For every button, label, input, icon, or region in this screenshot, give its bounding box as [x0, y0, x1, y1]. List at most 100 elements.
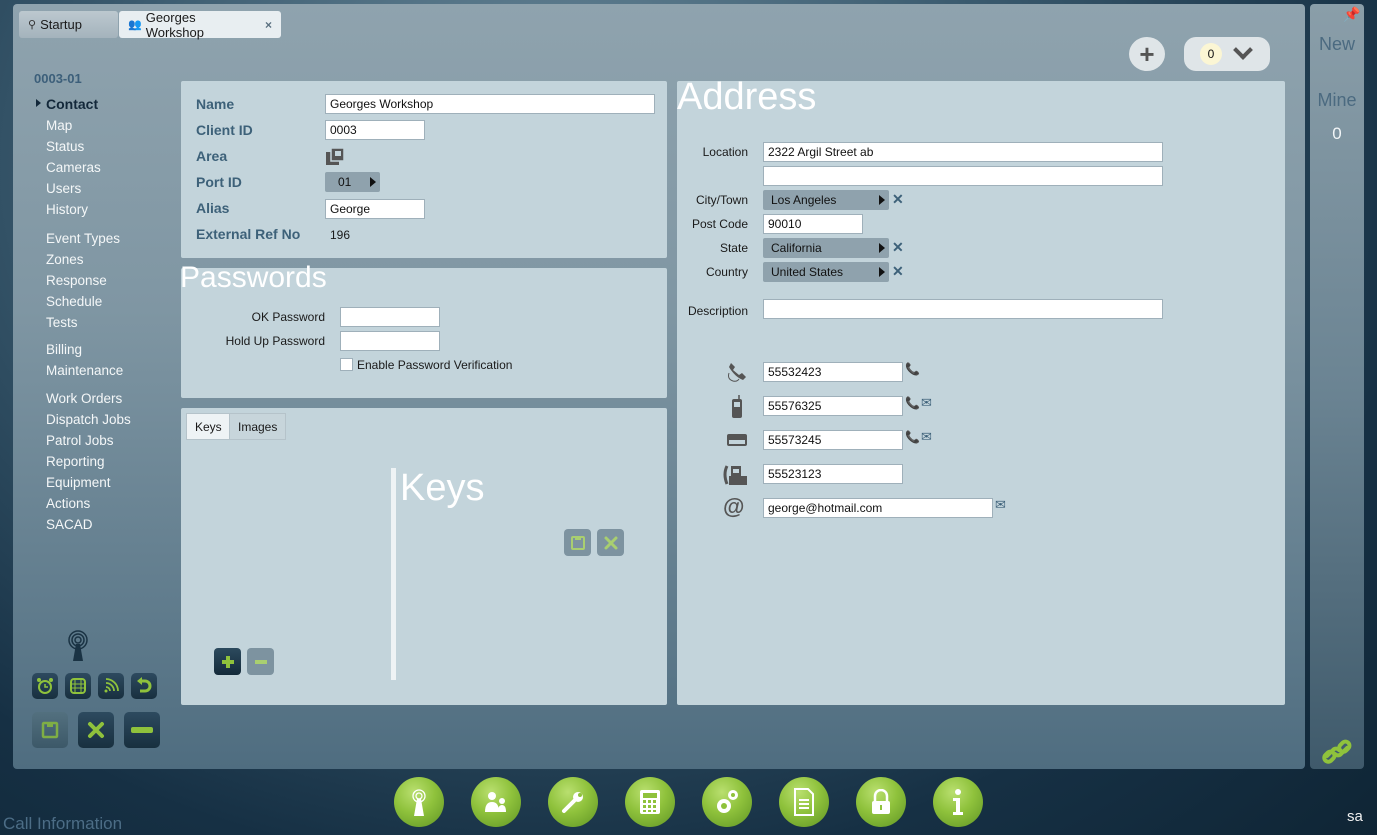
tab-images[interactable]: Images	[229, 413, 287, 440]
ok-password-input[interactable]	[340, 307, 440, 327]
add-key-button[interactable]	[214, 648, 241, 675]
sidebar-item-dispatch-jobs[interactable]: Dispatch Jobs	[46, 412, 131, 427]
antenna-icon: ⚲	[28, 19, 37, 31]
sidebar-item-event-types[interactable]: Event Types	[46, 231, 120, 246]
country-select[interactable]: United States	[763, 262, 889, 282]
close-icon[interactable]: ×	[265, 18, 272, 32]
port-id-select[interactable]: 01	[325, 172, 380, 192]
clear-state-icon[interactable]: ✕	[892, 239, 904, 256]
dock-info-button[interactable]	[933, 777, 983, 827]
sidebar-item-tests[interactable]: Tests	[46, 315, 78, 330]
call-icon[interactable]: 📞	[905, 362, 920, 376]
caret-right-icon	[879, 195, 885, 205]
save-key-button[interactable]	[564, 529, 591, 556]
port-id-label: Port ID	[196, 174, 242, 190]
clear-city-icon[interactable]: ✕	[892, 191, 904, 208]
save-icon	[41, 721, 59, 739]
remove-key-button[interactable]	[247, 648, 274, 675]
new-label[interactable]: New	[1310, 34, 1364, 55]
sidebar-item-cameras[interactable]: Cameras	[46, 160, 101, 175]
dock-monitoring-button[interactable]	[394, 777, 444, 827]
dock-settings-button[interactable]	[702, 777, 752, 827]
alarm-counter-dropdown[interactable]: 0	[1184, 37, 1270, 71]
sidebar-item-response[interactable]: Response	[46, 273, 107, 288]
area-label: Area	[196, 148, 228, 164]
cancel-button[interactable]	[78, 712, 114, 748]
sidebar-item-patrol-jobs[interactable]: Patrol Jobs	[46, 433, 114, 448]
enable-verification-checkbox[interactable]	[340, 358, 353, 371]
sidebar-item-equipment[interactable]: Equipment	[46, 475, 111, 490]
plus-icon	[221, 655, 234, 668]
save-button[interactable]	[32, 712, 68, 748]
alarm-clock-icon	[37, 678, 53, 694]
sidebar-item-map[interactable]: Map	[46, 118, 72, 133]
globe-button[interactable]	[65, 673, 91, 699]
users-icon: 👥	[128, 19, 142, 31]
add-button[interactable]: +	[1129, 37, 1165, 71]
sms-icon[interactable]: ✉	[921, 395, 932, 411]
sidebar-item-work-orders[interactable]: Work Orders	[46, 391, 122, 406]
tab-keys[interactable]: Keys	[186, 413, 231, 440]
sidebar-item-contact[interactable]: Contact	[46, 96, 98, 112]
cancel-key-button[interactable]	[597, 529, 624, 556]
alias-label: Alias	[196, 200, 230, 216]
sidebar-item-history[interactable]: History	[46, 202, 88, 217]
dock-clients-button[interactable]	[471, 777, 521, 827]
dock-reports-button[interactable]	[779, 777, 829, 827]
dock-billing-button[interactable]	[625, 777, 675, 827]
email-input[interactable]	[763, 498, 993, 518]
description-input[interactable]	[763, 299, 1163, 319]
sidebar-item-actions[interactable]: Actions	[46, 496, 90, 511]
refresh-button[interactable]	[131, 673, 157, 699]
name-input[interactable]	[325, 94, 655, 114]
minus-icon	[254, 659, 267, 664]
send-email-icon[interactable]: ✉	[995, 497, 1006, 513]
dock-security-button[interactable]	[856, 777, 906, 827]
link-icon[interactable]	[1321, 736, 1353, 768]
alarm-clock-button[interactable]	[32, 673, 58, 699]
lock-icon	[872, 789, 890, 814]
mobile-input[interactable]	[763, 396, 903, 416]
landline-input[interactable]	[763, 362, 903, 382]
holdup-password-input[interactable]	[340, 331, 440, 351]
call-information-label[interactable]: Call Information	[3, 814, 122, 834]
tab-georges-workshop[interactable]: 👥 Georges Workshop ×	[119, 10, 281, 40]
sidebar-item-schedule[interactable]: Schedule	[46, 294, 102, 309]
postcode-input[interactable]	[763, 214, 863, 234]
location-input[interactable]	[763, 142, 1163, 162]
fax-input[interactable]	[763, 464, 903, 484]
sidebar-item-status[interactable]: Status	[46, 139, 84, 154]
tab-startup[interactable]: ⚲ Startup	[19, 11, 118, 38]
gears-icon	[717, 790, 738, 813]
sms-icon[interactable]: ✉	[921, 429, 932, 445]
pin-icon[interactable]: 📌	[1343, 6, 1360, 23]
clear-country-icon[interactable]: ✕	[892, 263, 904, 280]
close-icon	[88, 722, 104, 738]
call-icon[interactable]: 📞	[905, 396, 920, 410]
keys-title: Keys	[400, 467, 485, 509]
alias-input[interactable]	[325, 199, 425, 219]
dock-maintenance-button[interactable]	[548, 777, 598, 827]
location-label: Location	[702, 145, 748, 159]
city-select[interactable]: Los Angeles	[763, 190, 889, 210]
pager-input[interactable]	[763, 430, 903, 450]
sidebar-item-users[interactable]: Users	[46, 181, 81, 196]
sidebar-item-zones[interactable]: Zones	[46, 252, 84, 267]
grid-globe-icon	[70, 678, 86, 694]
panel-divider[interactable]	[391, 468, 396, 680]
counter-badge: 0	[1200, 43, 1222, 65]
sidebar-item-reporting[interactable]: Reporting	[46, 454, 105, 469]
minimize-button[interactable]	[124, 712, 160, 748]
mine-label[interactable]: Mine	[1310, 90, 1364, 111]
state-select[interactable]: California	[763, 238, 889, 258]
antenna-icon	[68, 630, 88, 661]
signal-button[interactable]	[98, 673, 124, 699]
area-select-icon[interactable]	[325, 147, 345, 167]
sidebar-item-billing[interactable]: Billing	[46, 342, 82, 357]
location2-input[interactable]	[763, 166, 1163, 186]
call-icon[interactable]: 📞	[905, 430, 920, 444]
state-value: California	[771, 241, 822, 255]
sidebar-item-sacad[interactable]: SACAD	[46, 517, 93, 532]
sidebar-item-maintenance[interactable]: Maintenance	[46, 363, 123, 378]
client-id-input[interactable]	[325, 120, 425, 140]
